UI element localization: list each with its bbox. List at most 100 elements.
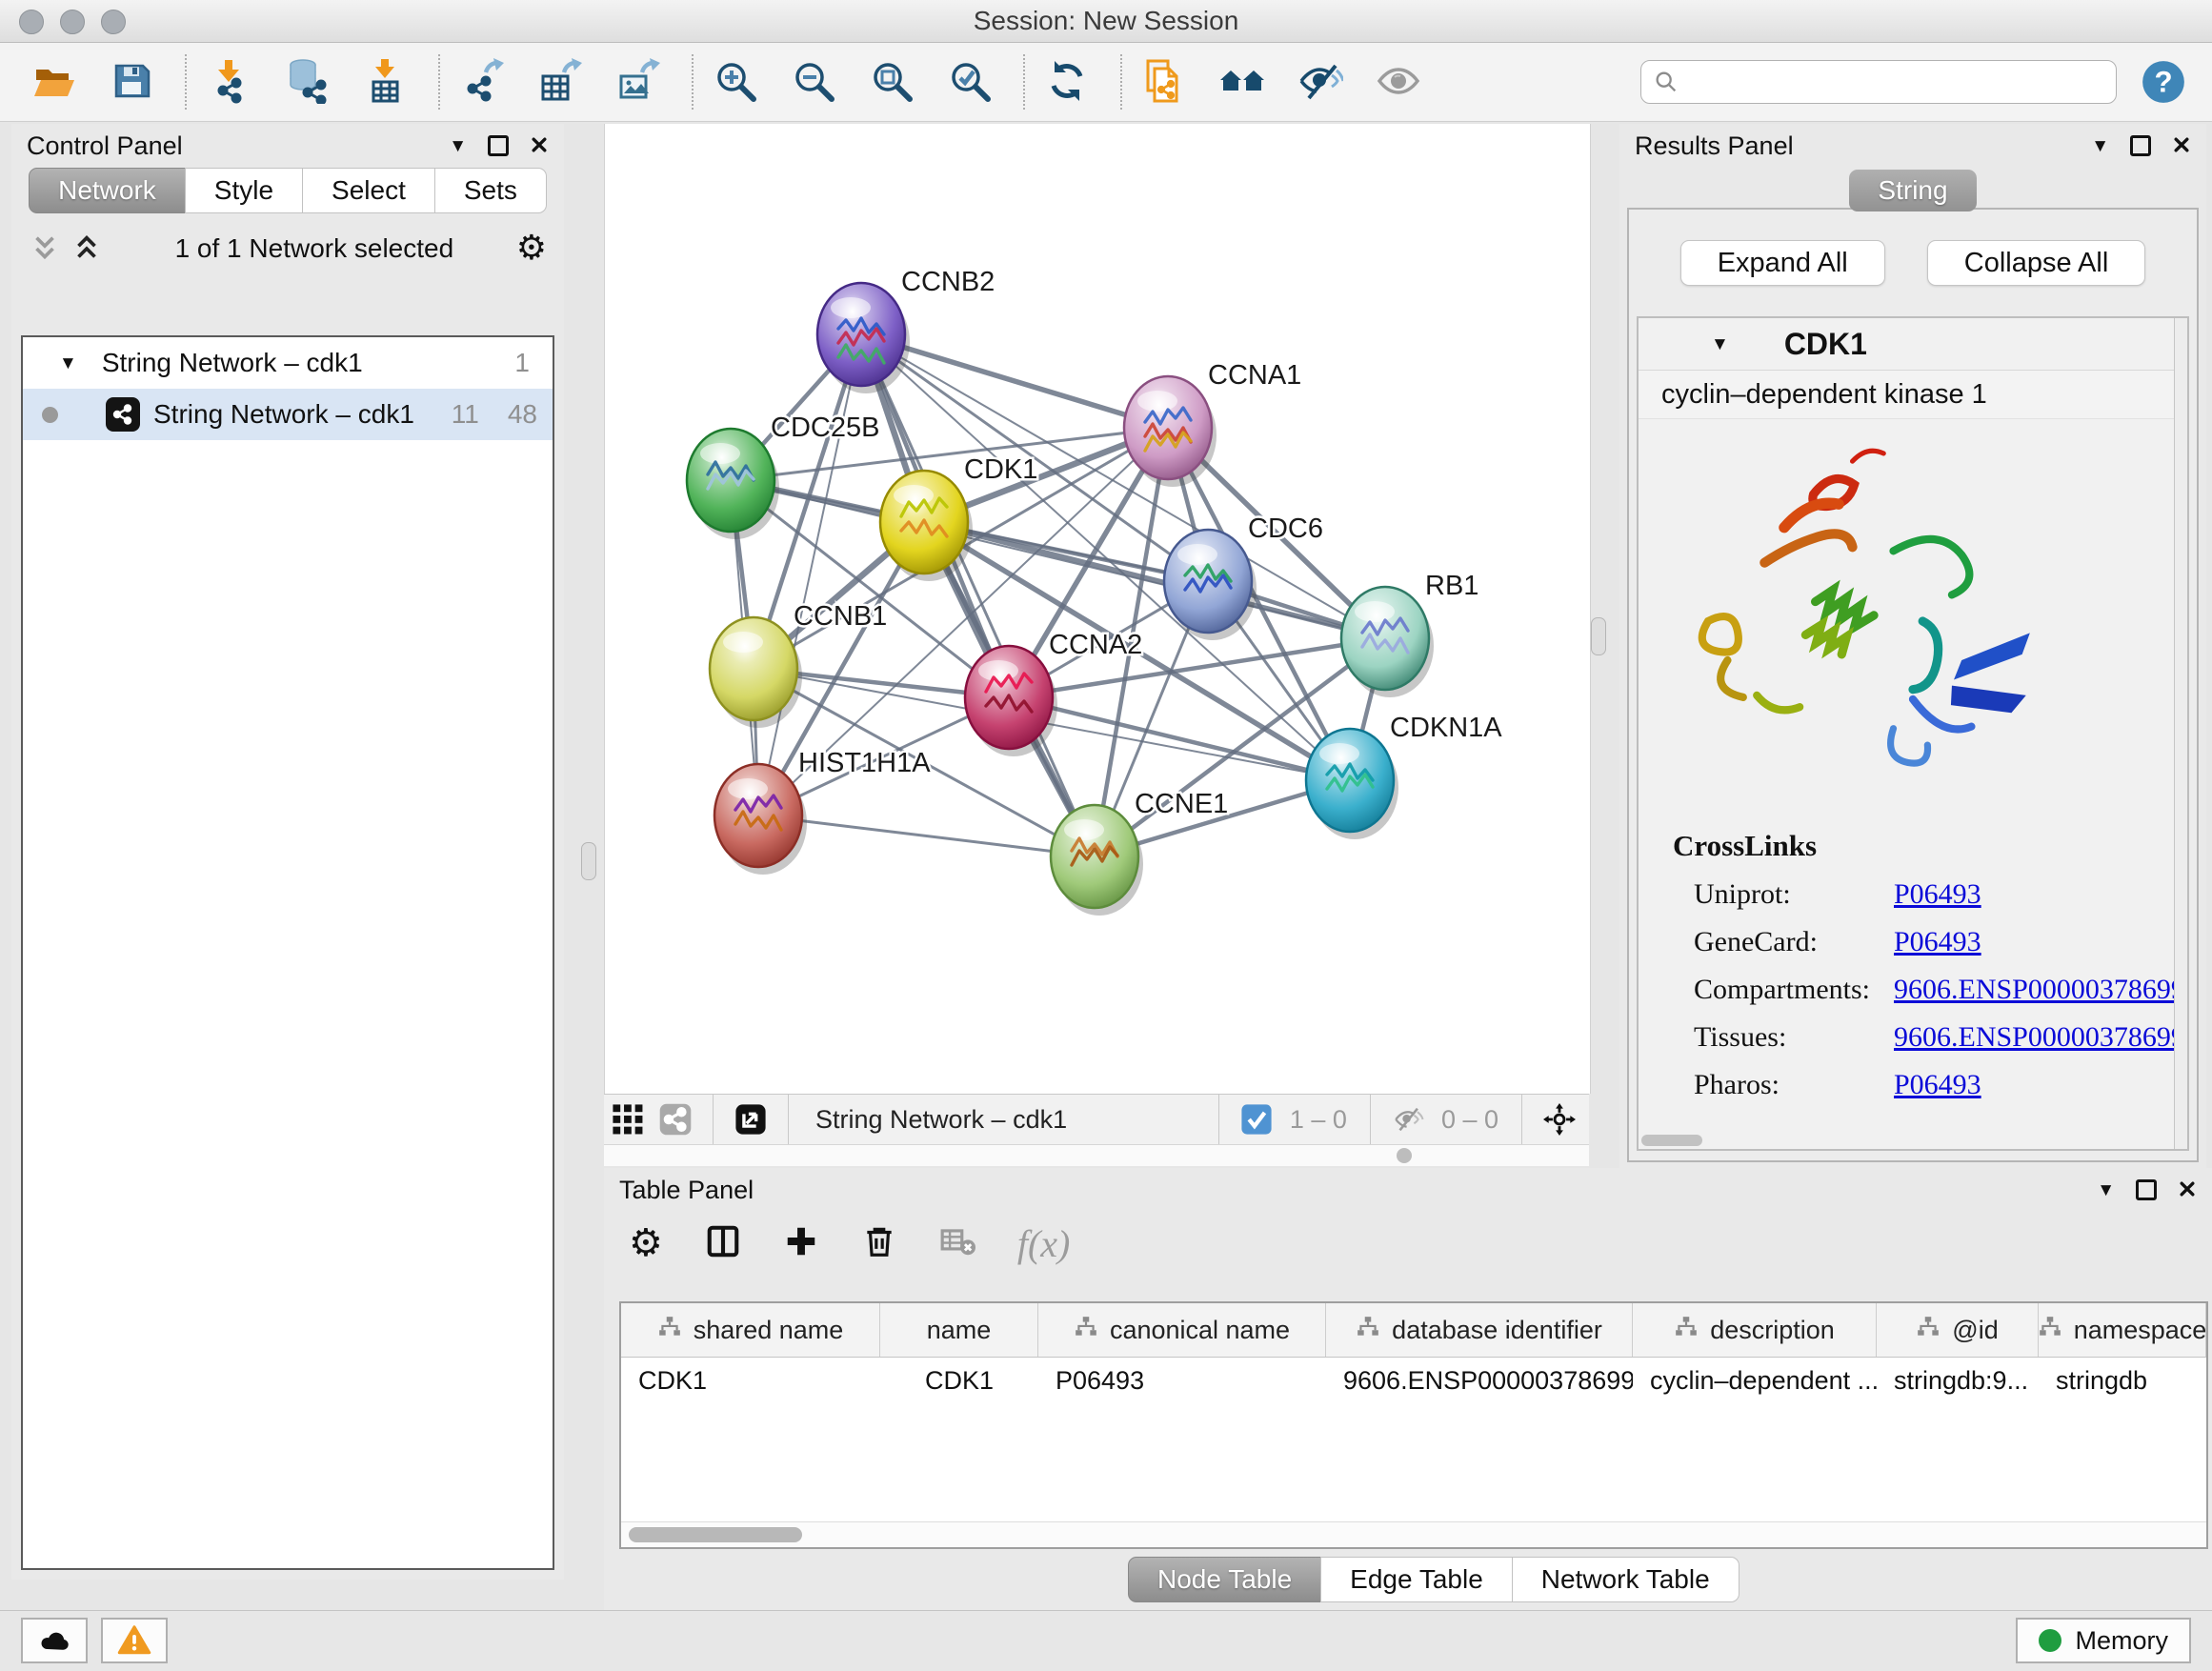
table-horizontal-scrollbar[interactable] [621, 1521, 2206, 1547]
table-options-gear-icon[interactable]: ⚙ [629, 1224, 663, 1262]
tab-sets[interactable]: Sets [434, 168, 547, 213]
tab-string[interactable]: String [1849, 170, 1976, 211]
show-columns-icon[interactable] [705, 1223, 741, 1264]
panel-float-icon[interactable] [2136, 1179, 2157, 1200]
horizontal-splitter[interactable] [604, 1145, 1589, 1166]
panel-menu-icon[interactable]: ▼ [2097, 1181, 2115, 1199]
export-table-button[interactable] [533, 55, 587, 109]
zoom-in-button[interactable] [709, 55, 762, 109]
entry-expander-icon[interactable]: ▼ [1711, 335, 1729, 353]
collapse-all-button[interactable]: Collapse All [1927, 240, 2146, 286]
tab-network[interactable]: Network [29, 168, 186, 213]
table-column-header-description[interactable]: description [1633, 1303, 1877, 1357]
network-node-hist1h1a[interactable] [714, 764, 802, 867]
import-network-button[interactable] [202, 55, 255, 109]
right-splitter-handle[interactable] [1591, 617, 1606, 655]
help-button[interactable]: ? [2140, 58, 2187, 106]
crosslink-row: GeneCard:P06493 [1694, 926, 2187, 958]
network-node-ccnb1[interactable] [710, 617, 797, 720]
network-node-ccna1[interactable] [1124, 376, 1212, 479]
refresh-view-button[interactable] [1040, 55, 1094, 109]
table-column-header-namespace[interactable]: namespace [2039, 1303, 2206, 1357]
node-details-card: ▼ CDK1 cyclin–dependent kinase 1 [1637, 316, 2189, 1151]
network-node-cdc25b[interactable] [687, 429, 774, 532]
network-options-gear-icon[interactable]: ⚙ [516, 232, 547, 266]
zoom-out-icon [791, 58, 836, 107]
network-node-cdc6[interactable] [1164, 530, 1252, 633]
show-eye-button[interactable] [1372, 55, 1425, 109]
table-column-header-canonical-name[interactable]: canonical name [1038, 1303, 1326, 1357]
import-table-icon [362, 58, 408, 107]
zoom-selected-button[interactable] [943, 55, 996, 109]
network-share-icon[interactable] [659, 1103, 692, 1136]
network-node-cdkn1a[interactable] [1306, 729, 1394, 832]
table-scroll-thumb[interactable] [629, 1527, 802, 1542]
import-database-button[interactable] [280, 55, 333, 109]
node-entry-header[interactable]: ▼ CDK1 [1639, 318, 2187, 371]
table-cell: P06493 [1038, 1358, 1326, 1403]
table-column-header-name[interactable]: name [880, 1303, 1038, 1357]
save-session-button[interactable] [105, 55, 158, 109]
collapse-all-networks-icon[interactable] [29, 232, 61, 265]
left-splitter-handle[interactable] [581, 842, 596, 880]
crosslink-link-compartments[interactable]: 9606.ENSP00000378699 [1894, 974, 2185, 1006]
hide-glasses-button[interactable] [1294, 55, 1347, 109]
search-input[interactable] [1687, 67, 2104, 98]
tab-network-table[interactable]: Network Table [1512, 1557, 1739, 1602]
panel-float-icon[interactable] [488, 135, 509, 156]
fit-move-crosshair-icon[interactable] [1543, 1103, 1576, 1136]
table-column-header-shared-name[interactable]: shared name [621, 1303, 880, 1357]
panel-menu-icon[interactable]: ▼ [2091, 137, 2109, 155]
crosslink-row: Compartments:9606.ENSP00000378699 [1694, 974, 2187, 1006]
panel-close-icon[interactable] [2178, 1176, 2197, 1205]
string-home-button[interactable] [1216, 55, 1269, 109]
results-horizontal-scroll-thumb[interactable] [1641, 1135, 1702, 1146]
delete-column-trash-icon[interactable] [861, 1223, 897, 1264]
table-column-header-@id[interactable]: @id [1877, 1303, 2039, 1357]
tab-style[interactable]: Style [185, 168, 303, 213]
network-node-rb1[interactable] [1341, 587, 1429, 690]
network-node-ccnb2[interactable] [817, 283, 905, 386]
search-box[interactable] [1640, 60, 2117, 104]
results-vertical-scrollbar[interactable] [2174, 318, 2187, 1149]
grid-view-icon[interactable] [612, 1103, 644, 1136]
tab-edge-table[interactable]: Edge Table [1320, 1557, 1513, 1602]
network-collection-list: ▼ String Network – cdk1 1 String Network… [21, 335, 554, 1570]
selected-nodes-checkbox-icon[interactable] [1240, 1103, 1273, 1136]
table-column-header-database-identifier[interactable]: database identifier [1326, 1303, 1633, 1357]
panel-close-icon[interactable] [530, 131, 549, 161]
collection-expander-icon[interactable]: ▼ [59, 354, 77, 372]
splitter-dot-handle[interactable] [1397, 1148, 1412, 1163]
crosslink-link-pharos[interactable]: P06493 [1894, 1069, 1981, 1101]
network-node-ccne1[interactable] [1051, 805, 1138, 908]
expand-all-networks-icon[interactable] [70, 232, 103, 265]
export-image-button[interactable] [612, 55, 665, 109]
panel-menu-icon[interactable]: ▼ [449, 137, 467, 155]
birds-eye-view-icon[interactable] [734, 1103, 767, 1136]
cloud-services-button[interactable] [21, 1618, 88, 1663]
network-row-selected[interactable]: String Network – cdk1 11 48 [23, 389, 553, 440]
panel-float-icon[interactable] [2130, 135, 2151, 156]
toolbar-separator [1023, 54, 1025, 110]
add-column-plus-icon[interactable] [783, 1223, 819, 1264]
export-network-button[interactable] [455, 55, 509, 109]
tab-node-table[interactable]: Node Table [1128, 1557, 1321, 1602]
network-edge[interactable] [758, 815, 1095, 856]
crosslink-link-uniprot[interactable]: P06493 [1894, 878, 1981, 911]
panel-close-icon[interactable] [2172, 131, 2191, 161]
network-canvas[interactable]: CCNB2CCNA1CDC25BCDK1CDC6RB1CCNB1CCNA2CDK… [604, 124, 1591, 1094]
tab-select[interactable]: Select [302, 168, 435, 213]
expand-all-button[interactable]: Expand All [1680, 240, 1885, 286]
table-row[interactable]: CDK1CDK1P064939606.ENSP00000378699cyclin… [621, 1358, 2206, 1403]
import-table-button[interactable] [358, 55, 412, 109]
crosslink-link-genecard[interactable]: P06493 [1894, 926, 1981, 958]
zoom-out-button[interactable] [787, 55, 840, 109]
memory-button[interactable]: Memory [2016, 1618, 2191, 1663]
crosslink-link-tissues[interactable]: 9606.ENSP00000378699 [1894, 1021, 2185, 1054]
warnings-button[interactable] [101, 1618, 168, 1663]
zoom-fit-button[interactable] [865, 55, 918, 109]
network-edge[interactable] [758, 334, 861, 815]
duplicate-network-button[interactable] [1137, 55, 1191, 109]
open-session-button[interactable] [27, 55, 80, 109]
network-collection-row[interactable]: ▼ String Network – cdk1 1 [23, 337, 553, 389]
